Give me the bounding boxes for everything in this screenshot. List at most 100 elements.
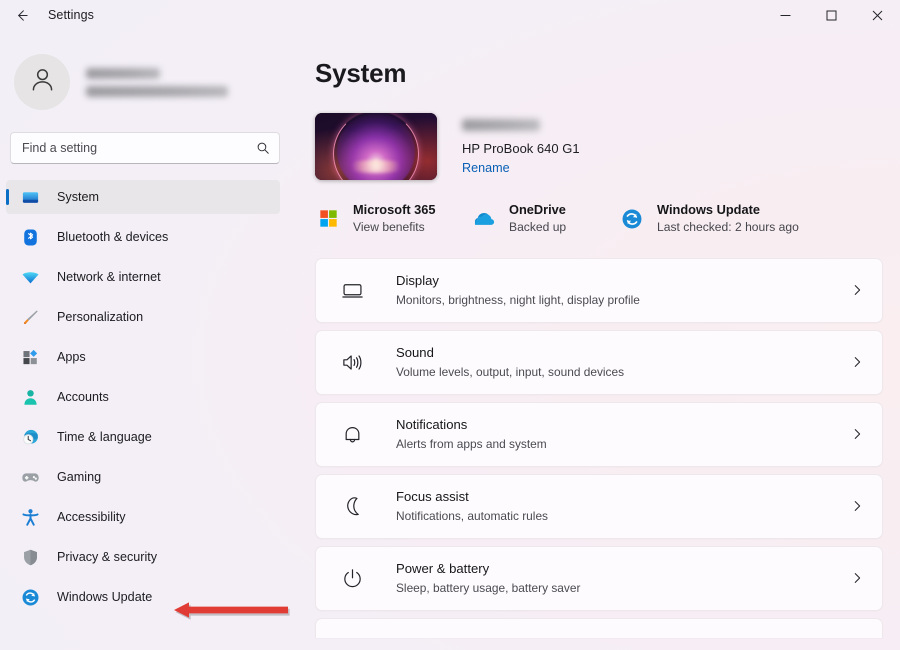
search-box[interactable] (10, 132, 280, 164)
settings-row-partial[interactable] (315, 617, 883, 638)
monitor-icon (20, 187, 40, 207)
settings-row-notifications[interactable]: Notifications Alerts from apps and syste… (315, 401, 883, 467)
sidebar-item-apps[interactable]: Apps (6, 340, 280, 374)
monitor-outline-icon (339, 277, 365, 303)
back-button[interactable] (4, 0, 38, 30)
sidebar-item-label: Privacy & security (57, 550, 158, 564)
windows-bloom-wallpaper (315, 113, 437, 180)
settings-list: Display Monitors, brightness, night ligh… (315, 257, 883, 638)
maximize-button[interactable] (808, 0, 854, 30)
avatar (14, 54, 70, 110)
tile-title: OneDrive (509, 202, 566, 217)
microsoft-logo-icon (315, 206, 341, 232)
close-button[interactable] (854, 0, 900, 30)
chevron-right-icon (850, 283, 864, 297)
row-subtitle: Alerts from apps and system (396, 436, 547, 451)
update-sync-icon (20, 587, 40, 607)
row-subtitle: Volume levels, output, input, sound devi… (396, 364, 625, 379)
app-title: Settings (48, 8, 94, 22)
tile-subtitle: Last checked: 2 hours ago (657, 220, 799, 235)
sidebar-item-bluetooth-devices[interactable]: Bluetooth & devices (6, 220, 280, 254)
row-title: Sound (396, 345, 434, 361)
onedrive-cloud-icon (471, 206, 497, 232)
sidebar-nav: System Bluetooth & devices Network & int… (6, 180, 296, 614)
row-subtitle: Notifications, automatic rules (396, 508, 549, 523)
device-pc-name (462, 118, 540, 131)
account-summary[interactable] (10, 50, 296, 114)
device-model: HP ProBook 640 G1 (462, 140, 580, 156)
device-info: HP ProBook 640 G1 Rename (462, 118, 580, 175)
sidebar: System Bluetooth & devices (0, 30, 296, 650)
account-email (86, 85, 228, 97)
close-icon (872, 10, 883, 21)
account-text (86, 67, 228, 97)
sidebar-item-label: Accessibility (57, 510, 126, 524)
main-content: System HP ProBook 640 G1 Rename Microsof… (296, 30, 900, 650)
sidebar-item-label: Gaming (57, 470, 102, 484)
tile-windows-update[interactable]: Windows Update Last checked: 2 hours ago (619, 202, 799, 236)
rename-link[interactable]: Rename (462, 161, 580, 175)
chevron-right-icon (850, 427, 864, 441)
minimize-button[interactable] (762, 0, 808, 30)
sidebar-item-label: Personalization (57, 310, 144, 324)
sidebar-item-time-language[interactable]: Time & language (6, 420, 280, 454)
settings-window: Settings Find a setting System Bluetooth… (0, 0, 900, 650)
paintbrush-icon (20, 307, 40, 327)
chevron-right-icon (850, 571, 864, 585)
settings-row-focus-assist[interactable]: Focus assist Notifications, automatic ru… (315, 473, 883, 539)
person-icon (20, 387, 40, 407)
window-controls (762, 0, 900, 30)
title-bar: Settings (0, 0, 900, 30)
search-input[interactable] (11, 133, 279, 163)
sidebar-item-label: Bluetooth & devices (57, 230, 169, 244)
sidebar-item-label: Apps (57, 350, 86, 364)
gamepad-icon (20, 467, 40, 487)
row-title: Power & battery (396, 561, 490, 577)
sidebar-item-label: System (57, 190, 99, 204)
bluetooth-icon (20, 227, 40, 247)
chevron-right-icon (850, 499, 864, 513)
sidebar-item-system[interactable]: System (6, 180, 280, 214)
speaker-icon (339, 349, 365, 375)
accessibility-icon (20, 507, 40, 527)
row-title: Notifications (396, 417, 468, 433)
sidebar-item-accounts[interactable]: Accounts (6, 380, 280, 414)
tile-microsoft-365[interactable]: Microsoft 365 View benefits (315, 202, 471, 236)
chevron-right-icon (850, 355, 864, 369)
row-title: Display (396, 273, 439, 289)
account-name (86, 67, 160, 79)
tile-onedrive[interactable]: OneDrive Backed up (471, 202, 619, 236)
settings-row-power-battery[interactable]: Power & battery Sleep, battery usage, ba… (315, 545, 883, 611)
row-subtitle: Sleep, battery usage, battery saver (396, 580, 581, 595)
settings-row-sound[interactable]: Sound Volume levels, output, input, soun… (315, 329, 883, 395)
sidebar-item-label: Time & language (57, 430, 152, 444)
sidebar-item-label: Accounts (57, 390, 109, 404)
clock-globe-icon (20, 427, 40, 447)
person-avatar-icon (28, 65, 57, 99)
sidebar-item-label: Windows Update (57, 590, 153, 604)
wifi-icon (20, 267, 40, 287)
search-icon[interactable] (256, 141, 270, 155)
sidebar-item-accessibility[interactable]: Accessibility (6, 500, 280, 534)
shield-icon (20, 547, 40, 567)
power-icon (339, 565, 365, 591)
row-title: Focus assist (396, 489, 469, 505)
back-arrow-icon (14, 8, 29, 23)
bell-icon (339, 421, 365, 447)
apps-grid-icon (20, 347, 40, 367)
sidebar-item-network-internet[interactable]: Network & internet (6, 260, 280, 294)
page-title: System (315, 58, 407, 88)
maximize-icon (826, 10, 837, 21)
sidebar-item-gaming[interactable]: Gaming (6, 460, 280, 494)
tile-title: Microsoft 365 (353, 202, 436, 217)
settings-row-display[interactable]: Display Monitors, brightness, night ligh… (315, 257, 883, 323)
update-sync-icon (619, 206, 645, 232)
sidebar-item-privacy-security[interactable]: Privacy & security (6, 540, 280, 574)
sidebar-item-windows-update[interactable]: Windows Update (6, 580, 280, 614)
sidebar-item-personalization[interactable]: Personalization (6, 300, 280, 334)
device-card: HP ProBook 640 G1 Rename (315, 113, 900, 180)
moon-icon (339, 493, 365, 519)
minimize-icon (780, 10, 791, 21)
status-tiles: Microsoft 365 View benefits OneDrive Bac… (315, 202, 900, 236)
row-subtitle: Monitors, brightness, night light, displ… (396, 292, 640, 307)
